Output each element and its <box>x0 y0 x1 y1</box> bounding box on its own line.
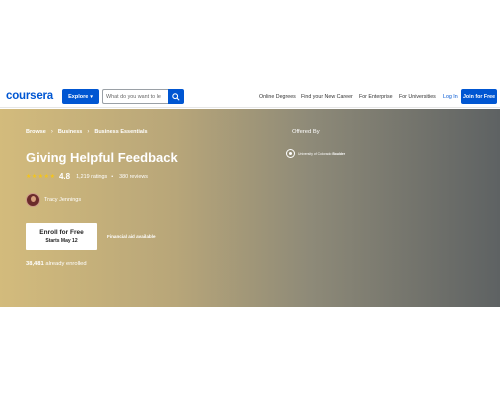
star-icon: ★ <box>26 174 32 180</box>
nav-for-universities[interactable]: For Universities <box>399 94 436 100</box>
offered-by-label: Offered By <box>292 129 320 135</box>
nav-online-degrees[interactable]: Online Degrees <box>259 94 296 100</box>
star-icon: ★ <box>37 174 44 180</box>
rating-stars: ★ ★ ★ ★ ★ <box>26 173 55 180</box>
partner-name: University of Colorado Boulder <box>298 152 345 156</box>
breadcrumb-business[interactable]: Business <box>58 129 82 135</box>
instructor[interactable]: Tracy Jennings <box>26 193 81 207</box>
nav-find-new-career[interactable]: Find your New Career <box>301 94 353 100</box>
coursera-logo[interactable]: coursera <box>6 90 53 102</box>
breadcrumb-business-essentials[interactable]: Business Essentials <box>94 129 147 135</box>
search-input[interactable]: What do you want to le <box>102 89 168 104</box>
instructor-avatar <box>26 193 40 207</box>
chevron-right-icon: › <box>87 129 90 135</box>
financial-aid-link[interactable]: Financial aid available <box>107 234 156 239</box>
partner-campus: Boulder <box>332 151 346 156</box>
partner-university: University of Colorado <box>298 151 332 156</box>
enrolled-number: 38,481 <box>26 261 44 267</box>
course-title: Giving Helpful Feedback <box>26 150 178 165</box>
login-link[interactable]: Log In <box>443 94 458 100</box>
separator-dot: • <box>111 173 114 180</box>
partner-logo[interactable]: University of Colorado Boulder <box>286 149 345 158</box>
star-icon: ★ <box>49 174 55 180</box>
rating-row: ★ ★ ★ ★ ★ 4.8 1,219 ratings • 380 review… <box>26 172 148 181</box>
chevron-down-icon: ▾ <box>90 93 93 100</box>
breadcrumb-browse[interactable]: Browse <box>26 129 46 135</box>
nav-for-enterprise[interactable]: For Enterprise <box>359 94 393 100</box>
join-for-free-button[interactable]: Join for Free <box>461 89 497 104</box>
explore-label: Explore <box>68 93 89 100</box>
ratings-count[interactable]: 1,219 ratings <box>76 174 107 180</box>
course-banner: Browse › Business › Business Essentials … <box>0 109 500 307</box>
search-icon <box>172 92 180 101</box>
star-icon: ★ <box>31 174 38 180</box>
breadcrumb: Browse › Business › Business Essentials <box>26 129 148 135</box>
enroll-start-date: Starts May 12 <box>45 238 78 244</box>
star-icon: ★ <box>43 174 50 180</box>
chevron-right-icon: › <box>50 129 53 135</box>
explore-button[interactable]: Explore ▾ <box>62 89 99 104</box>
enroll-label: Enroll for Free <box>39 229 84 236</box>
reviews-count[interactable]: 380 reviews <box>119 174 148 180</box>
instructor-name[interactable]: Tracy Jennings <box>44 197 81 203</box>
university-seal-icon <box>286 149 295 158</box>
top-nav: coursera Explore ▾ What do you want to l… <box>0 86 500 108</box>
enroll-button[interactable]: Enroll for Free Starts May 12 <box>26 223 97 250</box>
enrolled-count: 38,481 already enrolled <box>26 261 87 267</box>
rating-value: 4.8 <box>58 172 71 181</box>
search-button[interactable] <box>168 89 184 104</box>
page: coursera Explore ▾ What do you want to l… <box>0 0 500 400</box>
enrolled-suffix: already enrolled <box>43 261 87 267</box>
